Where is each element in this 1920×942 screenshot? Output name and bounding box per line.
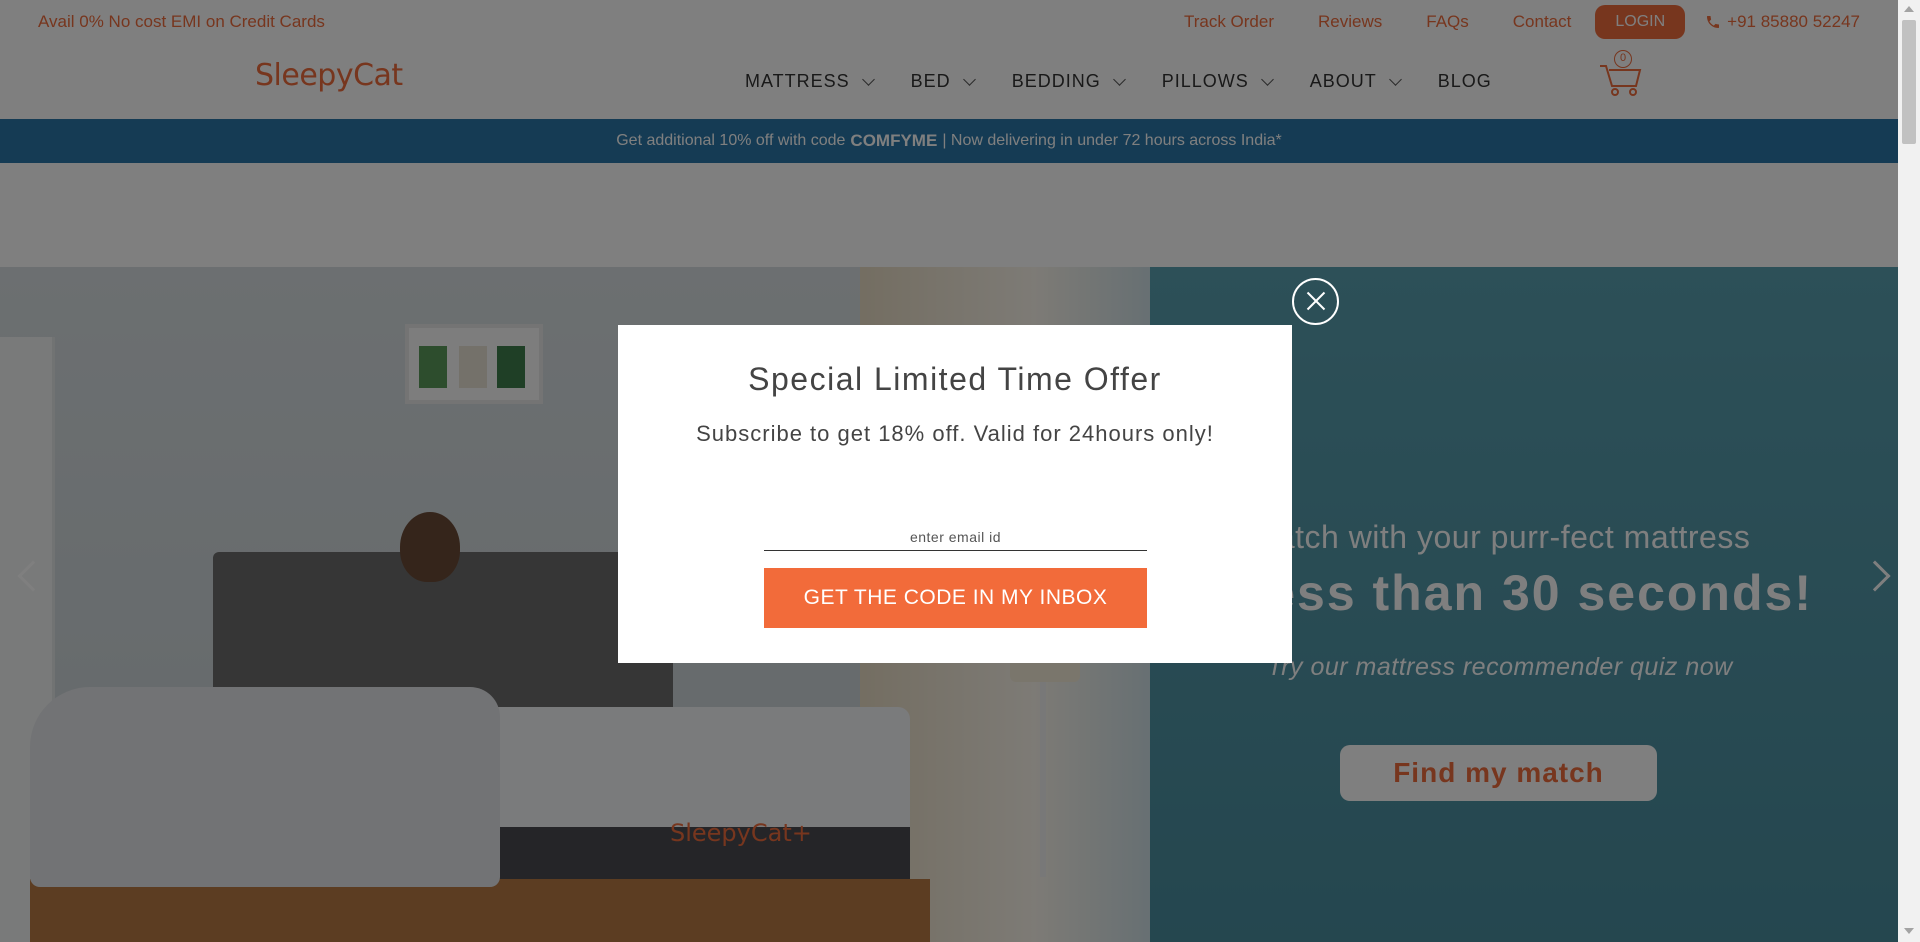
modal-title: Special Limited Time Offer — [748, 361, 1162, 397]
modal-subtitle: Subscribe to get 18% off. Valid for 24ho… — [696, 421, 1214, 446]
scroll-up-icon[interactable] — [1904, 6, 1914, 12]
page-scrollbar[interactable] — [1898, 0, 1920, 942]
scroll-down-icon[interactable] — [1904, 928, 1914, 934]
scroll-thumb[interactable] — [1902, 20, 1916, 144]
offer-modal: Special Limited Time Offer Subscribe to … — [618, 325, 1292, 663]
close-icon[interactable] — [1292, 278, 1339, 325]
email-input[interactable] — [764, 523, 1147, 551]
get-code-button[interactable]: GET THE CODE IN MY INBOX — [764, 568, 1147, 628]
